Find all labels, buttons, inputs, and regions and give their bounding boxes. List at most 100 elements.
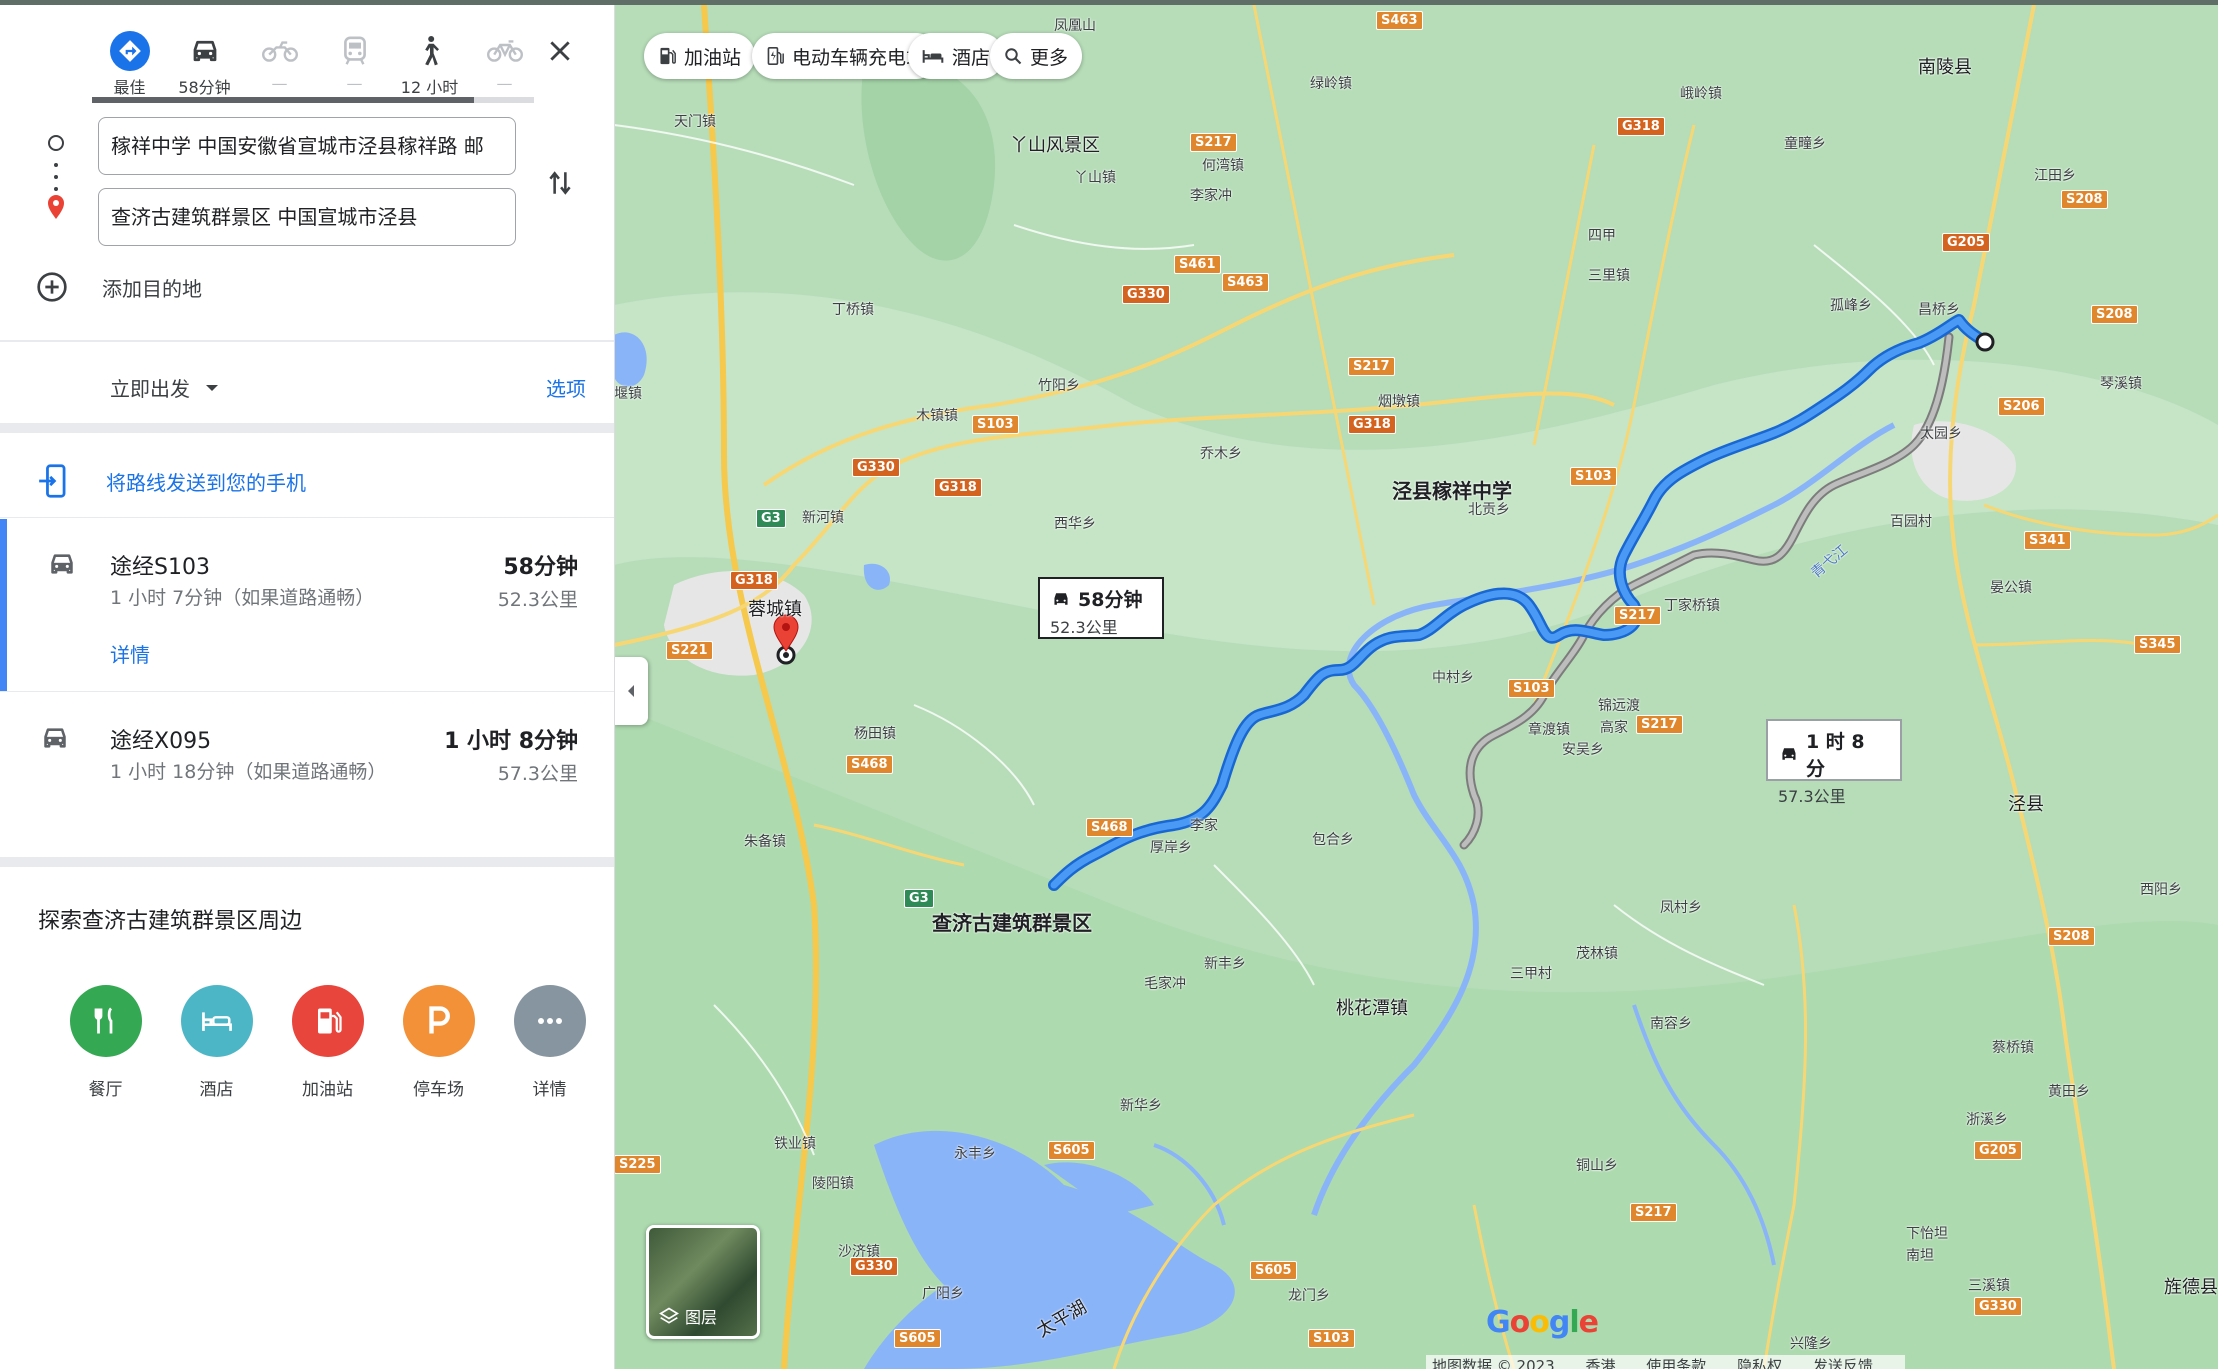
route-options-link[interactable]: 选项 [546, 373, 586, 402]
privacy-link[interactable]: 隐私权 [1737, 1357, 1782, 1369]
road-shield: S605 [1048, 1141, 1095, 1160]
mode-label: — [271, 74, 288, 93]
place-label: 丁家桥镇 [1664, 598, 1720, 614]
depart-label: 立即出发 [110, 377, 190, 401]
route-callout-primary[interactable]: 58分钟 52.3公里 [1038, 577, 1164, 639]
directions-panel: 最佳 58分钟 — — 12 小时 — 稼祥中学 中国安徽省宣城市泾县稼祥路 邮… [0, 5, 615, 1369]
road-shield: S463 [1376, 11, 1423, 30]
route-callout-alternative[interactable]: 1 时 8 分 57.3公里 [1766, 719, 1902, 806]
map-data-attribution: 地图数据 © 2023 [1432, 1357, 1555, 1369]
send-to-phone-button[interactable]: 将路线发送到您的手机 [36, 463, 306, 499]
map-canvas[interactable]: 加油站 电动车辆充电站 酒店 更多 S463 G318 S217 S461 S4… [614, 5, 2218, 1369]
chip-label: 更多 [1030, 46, 1069, 69]
place-label: 李家 [1190, 818, 1218, 834]
mode-walk[interactable]: 12 小时 [392, 23, 467, 105]
category-hotels[interactable]: 酒店 [161, 985, 272, 1100]
chip-label: 酒店 [952, 46, 991, 69]
add-destination-button[interactable]: 添加目的地 [36, 267, 202, 307]
road-shield: S208 [2061, 190, 2108, 209]
hotel-icon [922, 48, 944, 64]
mode-transit[interactable]: — [317, 23, 392, 105]
collapse-panel-button[interactable] [614, 657, 648, 725]
layers-button[interactable]: 图层 [646, 1225, 760, 1339]
place-label: 李家冲 [1190, 188, 1232, 204]
origin-input[interactable]: 稼祥中学 中国安徽省宣城市泾县稼祥路 邮 [98, 117, 516, 175]
category-label: 酒店 [199, 1080, 234, 1100]
road-shield: G205 [1942, 233, 1990, 252]
place-label: 沙济镇 [838, 1244, 880, 1260]
place-label: 蓉城镇 [748, 599, 802, 620]
divider [0, 340, 614, 342]
road-shield: G318 [730, 571, 778, 590]
road-shield: S217 [1190, 133, 1237, 152]
mode-bicycle[interactable]: — [467, 23, 542, 105]
chip-more[interactable]: 更多 [990, 33, 1083, 79]
callout-distance: 52.3公里 [1050, 618, 1118, 637]
road-shield: S225 [614, 1155, 661, 1174]
place-label: 永丰乡 [954, 1146, 996, 1162]
place-label: 铜山乡 [1576, 1158, 1618, 1174]
place-label: 三溪镇 [1968, 1278, 2010, 1294]
place-label: 晏公镇 [1990, 580, 2032, 596]
window-top-border [0, 0, 2218, 5]
map-footer: 地图数据 © 2023 香港 使用条款 隐私权 发送反馈 [1426, 1355, 1905, 1369]
terms-link[interactable]: 使用条款 [1646, 1357, 1706, 1369]
category-more[interactable]: 详情 [494, 985, 605, 1100]
map-base-layer [614, 5, 2218, 1369]
place-label: 南陵县 [1918, 57, 1972, 78]
category-gas-stations[interactable]: 加油站 [272, 985, 383, 1100]
place-label: 四甲 [1588, 228, 1616, 244]
route-duration: 58分钟 [503, 555, 578, 580]
place-label: 安吴乡 [1562, 742, 1604, 758]
destination-map-label[interactable]: 查济古建筑群景区 [932, 907, 1092, 936]
place-label: 太园乡 [1920, 426, 1962, 442]
close-directions-button[interactable] [540, 31, 580, 71]
place-label: 蔡桥镇 [1992, 1040, 2034, 1056]
route-details-link[interactable]: 详情 [110, 639, 150, 668]
mode-best[interactable]: 最佳 [92, 23, 167, 105]
place-label: 龙门乡 [1288, 1288, 1330, 1304]
place-label: 木镇镇 [916, 408, 958, 424]
road-shield: S461 [1174, 255, 1221, 274]
place-label: 烟墩镇 [1378, 394, 1420, 410]
road-shield: S341 [2024, 531, 2071, 550]
depart-time-dropdown[interactable]: 立即出发 [110, 373, 220, 402]
car-icon [51, 554, 73, 574]
route-option-2[interactable]: 途经X095 1 小时 18分钟（如果道路通畅） 1 小时 8分钟 57.3公里 [0, 693, 614, 853]
search-icon [1004, 47, 1022, 65]
road-shield: S345 [2134, 635, 2181, 654]
place-label: 新丰乡 [1204, 956, 1246, 972]
category-label: 停车场 [413, 1080, 464, 1100]
road-shield: G3 [904, 889, 934, 908]
car-icon [185, 31, 225, 71]
chip-gas-stations[interactable]: 加油站 [644, 33, 756, 79]
swap-waypoints-button[interactable] [540, 163, 580, 203]
road-shield: S217 [1614, 606, 1661, 625]
place-label: 铁业镇 [774, 1136, 816, 1152]
road-shield: G330 [1122, 285, 1170, 304]
gas-icon [658, 46, 676, 66]
place-label: 包合乡 [1312, 832, 1354, 848]
route-name: 途经S103 [110, 555, 210, 580]
place-label: 旌德县 [2164, 1277, 2218, 1298]
road-shield: S103 [1308, 1329, 1355, 1348]
place-label: 广阳乡 [922, 1286, 964, 1302]
parking-icon [402, 985, 475, 1057]
mode-motorcycle[interactable]: — [242, 23, 317, 105]
mode-car[interactable]: 58分钟 [167, 23, 242, 105]
place-label: 峨岭镇 [1680, 86, 1722, 102]
feedback-link[interactable]: 发送反馈 [1813, 1357, 1873, 1369]
destination-input[interactable]: 查济古建筑群景区 中国宣城市泾县 [98, 188, 516, 246]
region-link[interactable]: 香港 [1586, 1357, 1616, 1369]
route-free-flow-time: 1 小时 18分钟（如果道路通畅） [110, 761, 387, 783]
category-parking[interactable]: 停车场 [383, 985, 494, 1100]
origin-map-label[interactable]: 泾县稼祥中学 [1392, 475, 1512, 504]
place-label: 丁桥镇 [832, 302, 874, 318]
category-restaurants[interactable]: 餐厅 [50, 985, 161, 1100]
place-label: 天门镇 [674, 114, 716, 130]
route-option-1[interactable]: 途经S103 1 小时 7分钟（如果道路通畅） 58分钟 52.3公里 详情 [0, 519, 614, 691]
place-label: 三里镇 [1588, 268, 1630, 284]
waypoint-markers [44, 133, 68, 243]
layers-label: 图层 [685, 1308, 718, 1327]
restaurant-icon [69, 985, 142, 1057]
